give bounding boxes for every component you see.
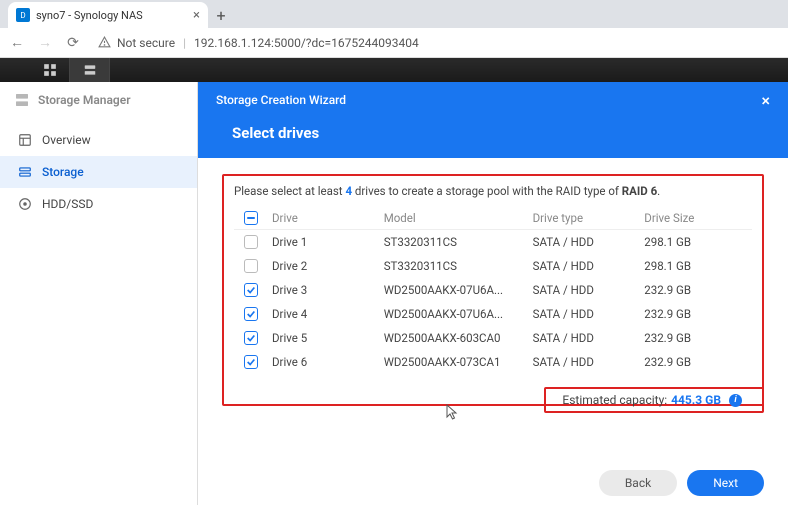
drive-name: Drive 4	[268, 307, 380, 321]
security-label: Not secure	[117, 36, 175, 50]
wizard-header: Storage Creation Wizard ×	[198, 82, 788, 118]
drive-checkbox[interactable]	[244, 283, 258, 297]
storage-app-icon	[14, 92, 30, 108]
drive-checkbox[interactable]	[244, 307, 258, 321]
tab-close-icon[interactable]: ×	[193, 8, 200, 23]
wizard-footer: Back Next	[198, 461, 788, 505]
app-title: Storage Manager	[38, 93, 131, 107]
drive-type: SATA / HDD	[529, 355, 641, 369]
col-model: Model	[380, 211, 529, 225]
drive-name: Drive 3	[268, 283, 380, 297]
drive-checkbox[interactable]	[244, 355, 258, 369]
wizard-body: Please select at least 4 drives to creat…	[198, 158, 788, 461]
drive-size: 232.9 GB	[640, 331, 752, 345]
storage-creation-wizard: Storage Creation Wizard × Select drives …	[198, 82, 788, 505]
favicon-icon: D	[16, 8, 30, 22]
separator: |	[183, 36, 186, 50]
sidebar-nav: Overview Storage HDD/SSD	[0, 118, 197, 220]
sidebar-item-label: Storage	[42, 165, 84, 179]
address-bar: ← → ⟳ Not secure | 192.168.1.124:5000/?d…	[0, 28, 788, 58]
drive-model: WD2500AAKX-07U6A...	[380, 283, 529, 297]
storage-icon	[18, 165, 32, 179]
storage-manager-sidebar: Storage Manager Overview Storage HDD/SSD	[0, 82, 198, 505]
drive-checkbox[interactable]	[244, 235, 258, 249]
drive-model: WD2500AAKX-073CA1	[380, 355, 529, 369]
next-button[interactable]: Next	[687, 470, 764, 496]
drive-size: 298.1 GB	[640, 259, 752, 273]
drive-model: ST3320311CS	[380, 259, 529, 273]
browser-tab[interactable]: D syno7 - Synology NAS ×	[8, 2, 208, 28]
drive-table: Drive Model Drive type Drive Size Drive …	[234, 206, 752, 374]
drive-checkbox[interactable]	[244, 331, 258, 345]
close-icon[interactable]: ×	[761, 91, 770, 110]
browser-chrome: D syno7 - Synology NAS × + ← → ⟳ Not sec…	[0, 0, 788, 58]
reload-icon[interactable]: ⟳	[64, 35, 82, 51]
address-input[interactable]: Not secure | 192.168.1.124:5000/?dc=1675…	[92, 36, 780, 50]
table-row[interactable]: Drive 6 WD2500AAKX-073CA1 SATA / HDD 232…	[234, 350, 752, 374]
drive-model: WD2500AAKX-07U6A...	[380, 307, 529, 321]
table-row[interactable]: Drive 4 WD2500AAKX-07U6A... SATA / HDD 2…	[234, 302, 752, 326]
drive-type: SATA / HDD	[529, 283, 641, 297]
select-all-checkbox[interactable]	[244, 211, 258, 225]
drive-name: Drive 6	[268, 355, 380, 369]
sidebar-item-label: Overview	[42, 133, 91, 147]
drive-model: WD2500AAKX-603CA0	[380, 331, 529, 345]
app-header: Storage Manager	[0, 82, 197, 118]
col-type: Drive type	[529, 211, 641, 225]
warning-icon	[98, 36, 111, 49]
drive-name: Drive 5	[268, 331, 380, 345]
drive-checkbox[interactable]	[244, 259, 258, 273]
main-area: Storage Manager Overview Storage HDD/SSD…	[0, 82, 788, 505]
wizard-header-title: Storage Creation Wizard	[216, 93, 346, 107]
drive-selection-frame: Please select at least 4 drives to creat…	[222, 174, 764, 406]
table-row[interactable]: Drive 2 ST3320311CS SATA / HDD 298.1 GB	[234, 254, 752, 278]
col-size: Drive Size	[640, 211, 752, 225]
sidebar-item-hdd-ssd[interactable]: HDD/SSD	[0, 188, 197, 220]
col-drive: Drive	[268, 211, 380, 225]
instruction-text: Please select at least 4 drives to creat…	[234, 184, 752, 198]
drive-size: 232.9 GB	[640, 355, 752, 369]
table-row[interactable]: Drive 3 WD2500AAKX-07U6A... SATA / HDD 2…	[234, 278, 752, 302]
estimated-label: Estimated capacity:	[562, 393, 667, 407]
sidebar-item-label: HDD/SSD	[42, 197, 93, 211]
drive-name: Drive 2	[268, 259, 380, 273]
cursor-icon	[446, 404, 460, 422]
back-icon[interactable]: ←	[8, 34, 26, 51]
wizard-step-title: Select drives	[198, 118, 788, 158]
hdd-icon	[18, 197, 32, 211]
table-row[interactable]: Drive 1 ST3320311CS SATA / HDD 298.1 GB	[234, 230, 752, 254]
overview-icon	[18, 133, 32, 147]
drive-size: 232.9 GB	[640, 283, 752, 297]
table-row[interactable]: Drive 5 WD2500AAKX-603CA0 SATA / HDD 232…	[234, 326, 752, 350]
estimated-capacity-box: Estimated capacity: 445.3 GB i	[544, 387, 764, 413]
back-button[interactable]: Back	[599, 470, 677, 496]
drive-model: ST3320311CS	[380, 235, 529, 249]
drive-type: SATA / HDD	[529, 259, 641, 273]
drive-type: SATA / HDD	[529, 331, 641, 345]
tab-title: syno7 - Synology NAS	[36, 9, 143, 22]
dsm-grid-icon[interactable]	[30, 58, 70, 82]
sidebar-item-overview[interactable]: Overview	[0, 124, 197, 156]
drive-type: SATA / HDD	[529, 235, 641, 249]
table-header: Drive Model Drive type Drive Size	[234, 206, 752, 230]
drive-size: 298.1 GB	[640, 235, 752, 249]
new-tab-button[interactable]: +	[208, 2, 234, 28]
tab-bar: D syno7 - Synology NAS × +	[0, 0, 788, 28]
dsm-top-bar	[0, 58, 788, 82]
info-icon[interactable]: i	[729, 394, 742, 407]
drive-size: 232.9 GB	[640, 307, 752, 321]
drive-name: Drive 1	[268, 235, 380, 249]
forward-icon: →	[36, 34, 54, 51]
sidebar-item-storage[interactable]: Storage	[0, 156, 197, 188]
url-text: 192.168.1.124:5000/?dc=1675244093404	[194, 36, 419, 50]
drive-type: SATA / HDD	[529, 307, 641, 321]
estimated-value: 445.3 GB	[671, 393, 721, 407]
dsm-storage-icon[interactable]	[70, 58, 110, 82]
